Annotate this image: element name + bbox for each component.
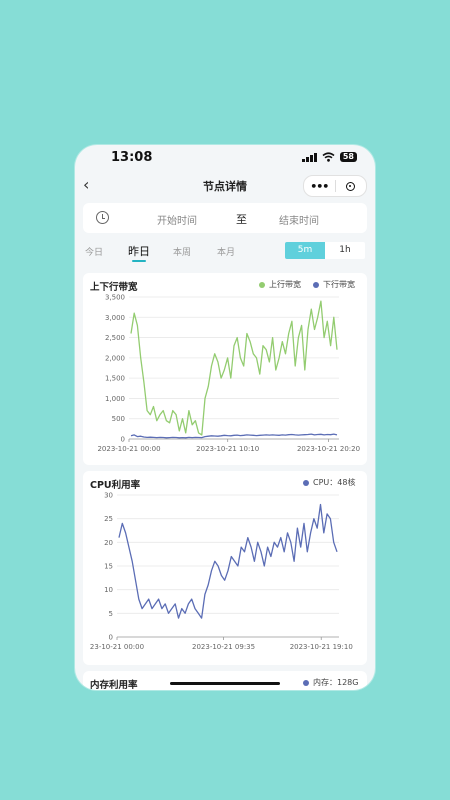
- more-icon[interactable]: •••: [304, 180, 335, 193]
- status-time: 13:08: [111, 150, 153, 165]
- bandwidth-card: 上下行带宽 上行带宽 下行带宽 0 500 1,000 1,500 2,000 2,500…: [83, 273, 367, 465]
- wifi-icon: [322, 152, 335, 162]
- battery-icon: 58: [339, 152, 357, 162]
- cpu-card: CPU利用率 CPU：48核 0 5 10 15 20 25 30 23-10-21 00:0…: [83, 471, 367, 665]
- active-tab-indicator: [132, 260, 146, 262]
- legend-memory-label: 内存：128G: [313, 678, 359, 687]
- x-tick-label: 2023-10-21 10:10: [196, 445, 259, 453]
- x-tick-label: 2023-10-21 19:10: [290, 643, 353, 651]
- y-tick-label: 30: [104, 492, 113, 500]
- tab-today[interactable]: 今日: [85, 245, 103, 258]
- close-circle-icon: [346, 181, 356, 191]
- y-tick-label: 500: [112, 415, 125, 423]
- memory-legend: 内存：128G: [303, 677, 358, 688]
- y-tick-label: 15: [104, 563, 113, 571]
- legend-memory-dot: [303, 679, 309, 686]
- y-tick-label: 10: [104, 586, 113, 594]
- y-tick-label: 20: [104, 539, 113, 547]
- date-range-separator: 至: [236, 213, 247, 226]
- x-tick-label: 2023-10-21 20:20: [297, 445, 360, 453]
- series-line-0: [118, 503, 338, 619]
- interval-5m-button[interactable]: 5m: [285, 242, 325, 259]
- date-range-picker[interactable]: 开始时间 至 结束时间: [83, 203, 367, 233]
- x-tick-label: 23-10-21 00:00: [90, 643, 144, 651]
- y-tick-label: 2,000: [105, 354, 125, 362]
- start-time-field[interactable]: 开始时间: [157, 212, 197, 227]
- x-tick-label: 2023-10-21 09:35: [192, 643, 255, 651]
- y-tick-label: 0: [121, 436, 125, 444]
- home-indicator: [170, 682, 280, 685]
- interval-toggle: 5m 1h: [285, 242, 365, 259]
- close-miniprogram-button[interactable]: [336, 181, 367, 191]
- end-time-field[interactable]: 结束时间: [279, 212, 319, 227]
- signal-icon: [302, 152, 317, 162]
- memory-title: 内存利用率: [90, 680, 138, 690]
- tab-this-month[interactable]: 本月: [217, 245, 235, 258]
- y-tick-label: 1,500: [105, 375, 125, 383]
- phone-screen: 13:08 58 ‹ 节点详情 ••• 开始时间 至 结束时间 今日 昨日 本周…: [75, 145, 375, 690]
- cpu-chart: 0 5 10 15 20 25 30 23-10-21 00:00 2023-10-21 09:…: [90, 492, 353, 652]
- x-tick-label: 2023-10-21 00:00: [97, 445, 160, 453]
- y-tick-label: 3,500: [105, 294, 125, 302]
- status-bar: 13:08 58: [75, 145, 375, 171]
- y-tick-label: 5: [109, 610, 113, 618]
- bandwidth-chart: 0 500 1,000 1,500 2,000 2,500 3,000 3,500 2023-1…: [97, 294, 360, 454]
- y-tick-label: 1,000: [105, 395, 125, 403]
- nav-bar: ‹ 节点详情 •••: [75, 173, 375, 199]
- y-tick-label: 0: [109, 634, 113, 642]
- y-tick-label: 2,500: [105, 334, 125, 342]
- clock-icon: [96, 211, 109, 224]
- series-line-0: [130, 300, 338, 436]
- y-tick-label: 25: [104, 515, 113, 523]
- tab-this-week[interactable]: 本周: [173, 245, 191, 258]
- tab-yesterday[interactable]: 昨日: [128, 243, 150, 259]
- interval-1h-button[interactable]: 1h: [325, 242, 365, 259]
- miniprogram-capsule: •••: [303, 175, 367, 197]
- memory-card: 内存利用率 内存：128G: [83, 671, 367, 690]
- status-icons: 58: [302, 152, 357, 162]
- series-line-1: [130, 433, 338, 439]
- y-tick-label: 3,000: [105, 314, 125, 322]
